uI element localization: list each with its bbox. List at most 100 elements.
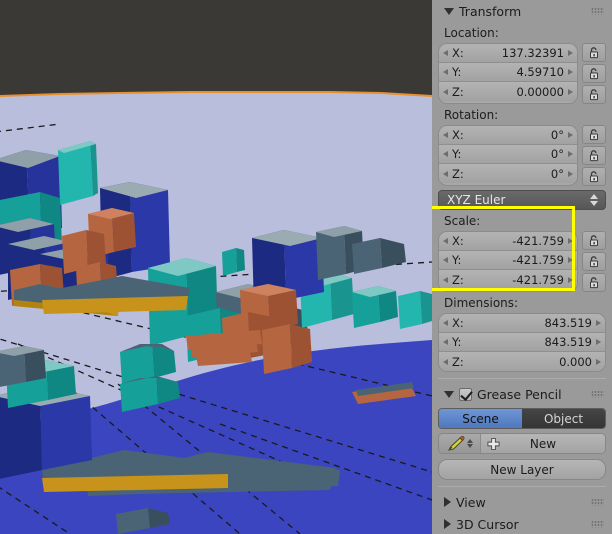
rotation-y-field[interactable]: Y: 0° bbox=[439, 145, 577, 164]
increment-arrow-icon[interactable] bbox=[568, 151, 573, 157]
dimensions-label: Dimensions: bbox=[444, 296, 519, 310]
location-x-field[interactable]: X: 137.32391 bbox=[439, 44, 577, 63]
lock-scale-z-button[interactable] bbox=[582, 273, 606, 292]
spinner-arrows-icon[interactable] bbox=[466, 439, 473, 448]
dimensions-y-field[interactable]: Y: 843.519 bbox=[439, 333, 605, 352]
rotation-x-field[interactable]: X: 0° bbox=[439, 126, 577, 145]
decrement-arrow-icon[interactable] bbox=[443, 50, 448, 56]
axis-value: -421.759 bbox=[512, 272, 564, 287]
grease-pencil-browse-control[interactable] bbox=[439, 434, 481, 453]
location-lock-column bbox=[582, 43, 606, 104]
increment-arrow-icon[interactable] bbox=[568, 238, 573, 244]
lock-scale-y-button[interactable] bbox=[582, 252, 606, 271]
drag-dots-icon bbox=[591, 498, 604, 506]
lock-rotation-y-button[interactable] bbox=[582, 146, 606, 165]
plus-icon bbox=[487, 437, 500, 450]
scale-lock-column bbox=[582, 231, 606, 292]
increment-arrow-icon[interactable] bbox=[568, 170, 573, 177]
decrement-arrow-icon[interactable] bbox=[443, 69, 448, 75]
lock-location-x-button[interactable] bbox=[582, 43, 606, 62]
unlocked-padlock-icon bbox=[590, 68, 598, 80]
axis-label: Z: bbox=[452, 354, 464, 369]
scale-y-field[interactable]: Y: -421.759 bbox=[439, 251, 577, 270]
lock-location-y-button[interactable] bbox=[582, 64, 606, 83]
location-label: Location: bbox=[444, 26, 499, 40]
dimensions-z-field[interactable]: Z: 0.000 bbox=[439, 352, 605, 371]
location-z-field[interactable]: Z: 0.00000 bbox=[439, 82, 577, 101]
panel-title-grease-pencil: Grease Pencil bbox=[477, 386, 562, 402]
new-grease-pencil-button[interactable]: New bbox=[481, 434, 605, 453]
rotation-label: Rotation: bbox=[444, 108, 499, 122]
increment-arrow-icon[interactable] bbox=[568, 50, 573, 56]
unlocked-padlock-icon bbox=[590, 171, 598, 183]
axis-label: X: bbox=[452, 128, 464, 142]
lock-scale-x-button[interactable] bbox=[582, 231, 606, 250]
increment-arrow-icon[interactable] bbox=[568, 276, 573, 283]
pencil-icon bbox=[447, 435, 464, 451]
decrement-arrow-icon[interactable] bbox=[443, 151, 448, 157]
disclosure-triangle-down-icon bbox=[444, 390, 454, 398]
panel-header-transform[interactable]: Transform bbox=[432, 0, 612, 22]
grease-pencil-checkbox[interactable] bbox=[459, 387, 472, 401]
3d-viewport[interactable] bbox=[0, 0, 432, 534]
increment-arrow-icon[interactable] bbox=[596, 358, 601, 365]
lock-rotation-x-button[interactable] bbox=[582, 125, 606, 144]
axis-label: X: bbox=[452, 316, 464, 330]
decrement-arrow-icon[interactable] bbox=[443, 339, 448, 345]
spinner-arrows-icon bbox=[590, 194, 598, 206]
lock-location-z-button[interactable] bbox=[582, 85, 606, 104]
increment-arrow-icon[interactable] bbox=[568, 257, 573, 263]
decrement-arrow-icon[interactable] bbox=[443, 132, 448, 138]
scale-z-field[interactable]: Z: -421.759 bbox=[439, 270, 577, 289]
unlocked-padlock-icon bbox=[590, 129, 598, 141]
increment-arrow-icon[interactable] bbox=[596, 320, 601, 326]
properties-panel: Transform Location: X: 137.32391 Y: 4.59… bbox=[432, 0, 612, 534]
axis-value: 4.59710 bbox=[516, 65, 564, 79]
decrement-arrow-icon[interactable] bbox=[443, 257, 448, 263]
location-fields: X: 137.32391 Y: 4.59710 Z: 0.00000 bbox=[432, 43, 612, 104]
axis-label: Y: bbox=[452, 335, 462, 349]
decrement-arrow-icon[interactable] bbox=[443, 358, 448, 365]
drag-dots-icon bbox=[591, 520, 604, 528]
unlocked-padlock-icon bbox=[590, 277, 598, 289]
decrement-arrow-icon[interactable] bbox=[443, 170, 448, 177]
dimensions-fields: X: 843.519 Y: 843.519 Z: 0.000 bbox=[432, 313, 612, 372]
location-y-field[interactable]: Y: 4.59710 bbox=[439, 63, 577, 82]
increment-arrow-icon[interactable] bbox=[568, 132, 573, 138]
axis-label: Z: bbox=[452, 272, 464, 287]
rotation-z-field[interactable]: Z: 0° bbox=[439, 164, 577, 183]
increment-arrow-icon[interactable] bbox=[568, 88, 573, 95]
unlocked-padlock-icon bbox=[590, 256, 598, 268]
axis-value: 843.519 bbox=[544, 335, 592, 349]
panel-header-view[interactable]: View bbox=[432, 491, 612, 513]
panel-header-grease-pencil[interactable]: Grease Pencil bbox=[432, 383, 612, 405]
location-number-stack: X: 137.32391 Y: 4.59710 Z: 0.00000 bbox=[438, 43, 578, 104]
disclosure-triangle-down-icon bbox=[444, 7, 454, 15]
axis-value: -421.759 bbox=[512, 253, 564, 267]
axis-label: X: bbox=[452, 46, 464, 60]
dimensions-x-field[interactable]: X: 843.519 bbox=[439, 314, 605, 333]
grease-pencil-new-row: New bbox=[438, 433, 606, 454]
scale-label: Scale: bbox=[444, 214, 481, 228]
rotation-mode-value: XYZ Euler bbox=[447, 193, 506, 207]
toggle-object-button[interactable]: Object bbox=[522, 409, 605, 428]
axis-label: Y: bbox=[452, 65, 462, 79]
axis-value: 137.32391 bbox=[501, 46, 564, 60]
increment-arrow-icon[interactable] bbox=[568, 69, 573, 75]
scale-x-field[interactable]: X: -421.759 bbox=[439, 232, 577, 251]
drag-dots-icon bbox=[591, 7, 604, 15]
decrement-arrow-icon[interactable] bbox=[443, 238, 448, 244]
increment-arrow-icon[interactable] bbox=[596, 339, 601, 345]
rotation-mode-dropdown[interactable]: XYZ Euler bbox=[438, 190, 606, 210]
axis-label: Y: bbox=[452, 253, 462, 267]
new-layer-button[interactable]: New Layer bbox=[438, 459, 606, 480]
decrement-arrow-icon[interactable] bbox=[443, 320, 448, 326]
toggle-scene-button[interactable]: Scene bbox=[439, 409, 522, 428]
decrement-arrow-icon[interactable] bbox=[443, 88, 448, 95]
disclosure-triangle-right-icon bbox=[444, 497, 451, 507]
decrement-arrow-icon[interactable] bbox=[443, 276, 448, 283]
lock-rotation-z-button[interactable] bbox=[582, 167, 606, 186]
panel-header-3d-cursor[interactable]: 3D Cursor bbox=[432, 513, 612, 534]
unlocked-padlock-icon bbox=[590, 89, 598, 101]
scale-number-stack: X: -421.759 Y: -421.759 Z: -421.759 bbox=[438, 231, 578, 292]
